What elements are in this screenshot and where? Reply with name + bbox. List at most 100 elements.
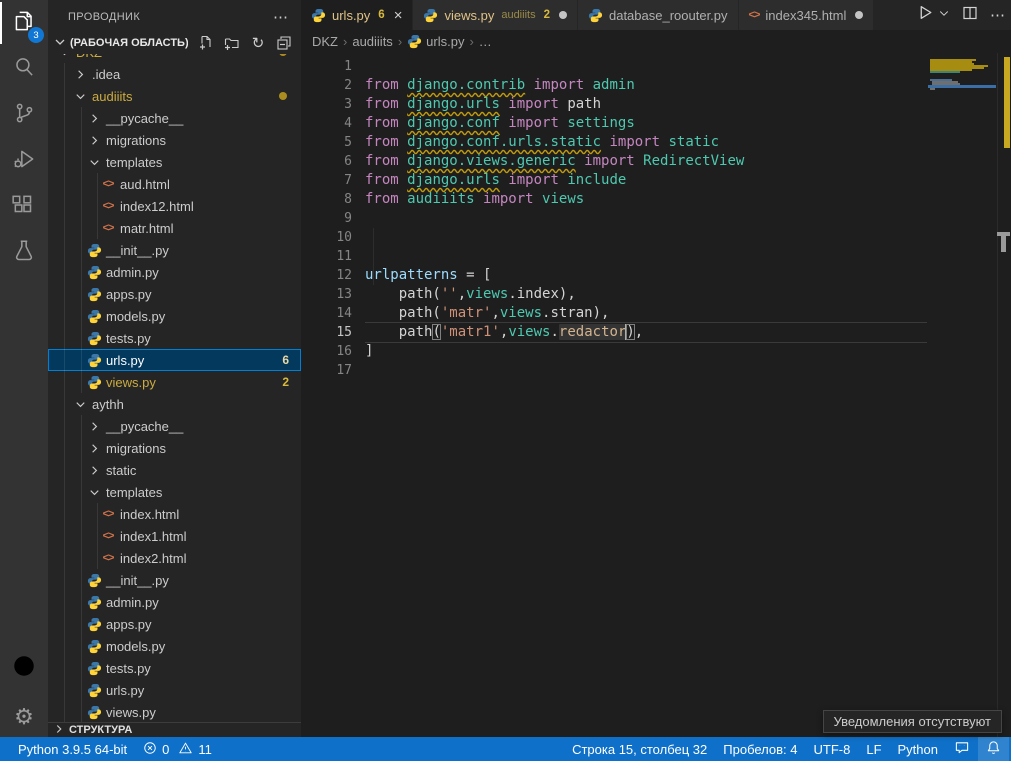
close-icon[interactable]: × xyxy=(394,8,403,23)
tree-item-urls-py[interactable]: urls.py6 xyxy=(48,349,301,371)
code-editor[interactable]: 12from django.contrib import admin3from … xyxy=(301,53,1011,737)
breadcrumb-item-folder[interactable]: audiiits xyxy=(352,34,392,49)
account-button[interactable] xyxy=(0,645,48,691)
tree-item-models-py[interactable]: models.py xyxy=(48,305,301,327)
tree-item-views-py[interactable]: views.py2 xyxy=(48,371,301,393)
tab-label: views.py xyxy=(444,8,494,23)
tree-item-apps-py[interactable]: apps.py xyxy=(48,283,301,305)
minimap-bar xyxy=(930,88,935,90)
file-tree[interactable]: DKZ.ideaaudiiits__pycache__migrationstem… xyxy=(48,54,301,722)
tree-item-pycache[interactable]: __pycache__ xyxy=(48,107,301,129)
beaker-icon xyxy=(11,238,37,269)
breadcrumb-item-symbol[interactable]: … xyxy=(479,34,492,49)
tree-item-idea[interactable]: .idea xyxy=(48,63,301,85)
tree-indent-guide xyxy=(64,635,65,657)
settings-gear-button[interactable]: ⚙ xyxy=(0,694,48,740)
editor-scrollbar[interactable] xyxy=(997,53,1011,737)
tree-item-init-py[interactable]: __init__.py xyxy=(48,239,301,261)
tree-indent-guide xyxy=(64,569,65,591)
explorer-badge: 3 xyxy=(28,27,44,43)
tree-item-static[interactable]: static xyxy=(48,459,301,481)
tree-item-aythh[interactable]: aythh xyxy=(48,393,301,415)
tree-item-index1-html[interactable]: <>index1.html xyxy=(48,525,301,547)
python-file-icon xyxy=(86,374,102,390)
feedback-button[interactable] xyxy=(946,737,978,761)
code-line-1[interactable] xyxy=(365,57,927,76)
tree-item-models-py[interactable]: models.py xyxy=(48,635,301,657)
indentation-status[interactable]: Пробелов: 4 xyxy=(715,737,805,761)
tree-item-admin-py[interactable]: admin.py xyxy=(48,261,301,283)
outline-section-header[interactable]: СТРУКТУРА xyxy=(48,722,301,737)
breadcrumb-item-project[interactable]: DKZ xyxy=(312,34,338,49)
tree-indent-guide xyxy=(81,173,82,195)
tree-item-migrations[interactable]: migrations xyxy=(48,437,301,459)
code-line-5[interactable]: from django.conf.urls.static import stat… xyxy=(365,133,927,152)
new-folder-icon[interactable] xyxy=(224,35,240,51)
code-line-13[interactable]: path('',views.index), xyxy=(365,285,927,304)
tree-item-index-html[interactable]: <>index.html xyxy=(48,503,301,525)
tree-item-pycache[interactable]: __pycache__ xyxy=(48,415,301,437)
editor-more-actions-icon[interactable]: ⋯ xyxy=(990,6,1005,24)
code-line-15[interactable]: path('matr1',views.redactor), xyxy=(365,322,927,343)
tab-index345-html[interactable]: <>index345.html xyxy=(739,0,875,30)
search-activity-button[interactable] xyxy=(0,46,48,92)
python-interpreter-status[interactable]: Python 3.9.5 64-bit xyxy=(10,737,135,761)
split-editor-button[interactable] xyxy=(962,5,978,26)
testing-activity-button[interactable] xyxy=(0,230,48,276)
tree-item-migrations[interactable]: migrations xyxy=(48,129,301,151)
tree-item-init-py[interactable]: __init__.py xyxy=(48,569,301,591)
tree-item-templates[interactable]: templates xyxy=(48,481,301,503)
code-line-3[interactable]: from django.urls import path xyxy=(365,95,927,114)
tree-item-tests-py[interactable]: tests.py xyxy=(48,657,301,679)
tree-item-admin-py[interactable]: admin.py xyxy=(48,591,301,613)
collapse-all-icon[interactable] xyxy=(276,35,292,51)
refresh-icon[interactable]: ↻ xyxy=(250,35,266,51)
language-mode-status[interactable]: Python xyxy=(890,737,946,761)
cursor-position-status[interactable]: Строка 15, столбец 32 xyxy=(564,737,715,761)
tab-urls-py[interactable]: urls.py6× xyxy=(301,0,413,30)
run-dropdown-chevron-icon[interactable] xyxy=(938,6,950,24)
tree-item-index12-html[interactable]: <>index12.html xyxy=(48,195,301,217)
code-line-2[interactable]: from django.contrib import admin xyxy=(365,76,927,95)
tree-item-tests-py[interactable]: tests.py xyxy=(48,327,301,349)
explorer-activity-button[interactable]: 3 xyxy=(0,0,48,46)
tree-item-templates[interactable]: templates xyxy=(48,151,301,173)
code-line-17[interactable] xyxy=(365,361,927,380)
line-number: 17 xyxy=(301,361,352,380)
breadcrumb-item-file[interactable]: urls.py xyxy=(426,34,464,49)
tree-indent-guide xyxy=(81,283,82,305)
source-control-activity-button[interactable] xyxy=(0,92,48,138)
code-line-16[interactable]: ] xyxy=(365,342,927,361)
tree-item-index2-html[interactable]: <>index2.html xyxy=(48,547,301,569)
tree-item-views-py[interactable]: views.py xyxy=(48,701,301,722)
code-line-12[interactable]: urlpatterns = [ xyxy=(365,266,927,285)
extensions-activity-button[interactable] xyxy=(0,184,48,230)
tree-item-aud-html[interactable]: <>aud.html xyxy=(48,173,301,195)
tree-item-dkz[interactable]: DKZ xyxy=(48,54,301,63)
code-line-10[interactable] xyxy=(365,228,927,247)
tree-item-audiiits[interactable]: audiiits xyxy=(48,85,301,107)
tab-database-roouter-py[interactable]: database_roouter.py xyxy=(578,0,739,30)
minimap[interactable] xyxy=(928,57,996,717)
run-python-file-button[interactable] xyxy=(917,4,934,26)
more-actions-icon[interactable]: ⋯ xyxy=(273,8,289,26)
code-line-6[interactable]: from django.views.generic import Redirec… xyxy=(365,152,927,171)
code-line-7[interactable]: from django.urls import include xyxy=(365,171,927,190)
eol-status[interactable]: LF xyxy=(858,737,889,761)
code-line-9[interactable] xyxy=(365,209,927,228)
run-debug-activity-button[interactable] xyxy=(0,138,48,184)
tree-item-urls-py[interactable]: urls.py xyxy=(48,679,301,701)
code-line-4[interactable]: from django.conf import settings xyxy=(365,114,927,133)
code-line-8[interactable]: from audiiits import views xyxy=(365,190,927,209)
encoding-status[interactable]: UTF-8 xyxy=(806,737,859,761)
problems-status[interactable]: 0 11 xyxy=(135,737,220,761)
code-line-11[interactable] xyxy=(365,247,927,266)
notifications-bell-button[interactable] xyxy=(978,737,1009,761)
new-file-icon[interactable] xyxy=(198,35,214,51)
code-line-14[interactable]: path('matr',views.stran), xyxy=(365,304,927,323)
tree-item-matr-html[interactable]: <>matr.html xyxy=(48,217,301,239)
workspace-section-header[interactable]: (РАБОЧАЯ ОБЛАСТЬ) ... ↻ xyxy=(48,32,301,54)
source-control-icon xyxy=(11,100,37,131)
tree-item-apps-py[interactable]: apps.py xyxy=(48,613,301,635)
tab-views-py[interactable]: views.pyaudiiits2 xyxy=(413,0,578,30)
